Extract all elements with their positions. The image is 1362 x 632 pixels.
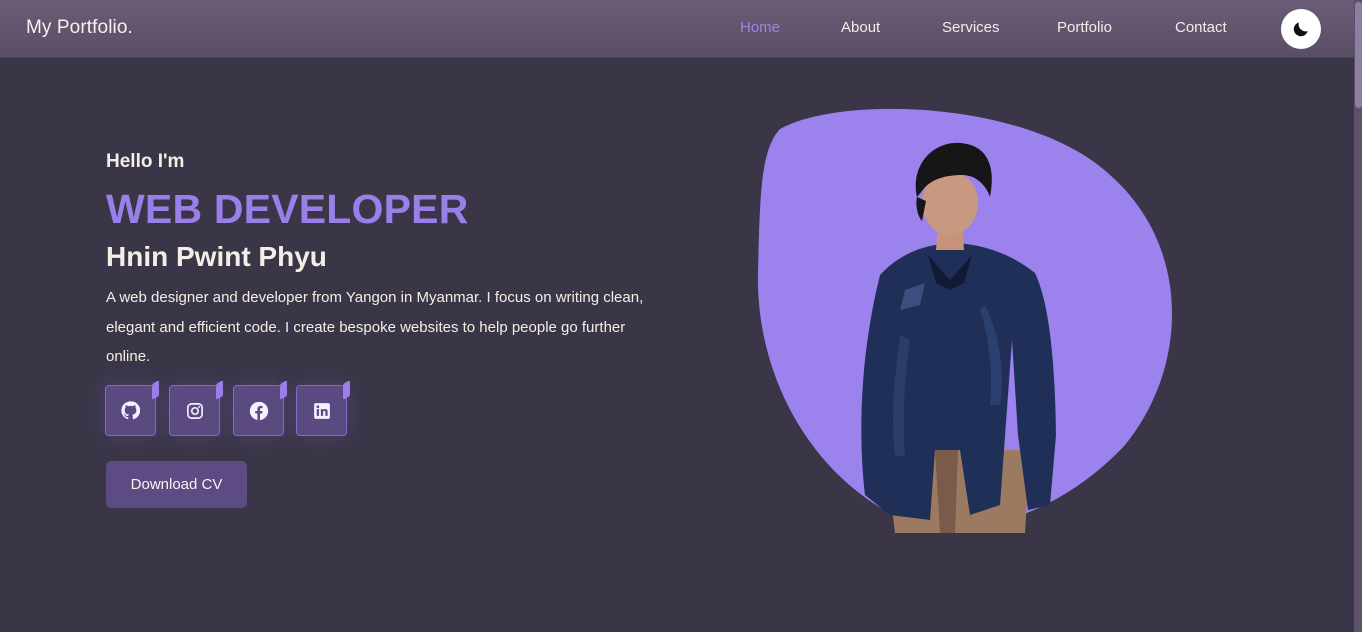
hero-bio: A web designer and developer from Yangon…: [106, 289, 644, 365]
theme-toggle-button[interactable]: [1281, 9, 1321, 49]
nav-link-contact[interactable]: Contact: [1175, 19, 1227, 36]
hero-greeting: Hello I'm: [106, 151, 185, 172]
nav-link-services[interactable]: Services: [942, 19, 1000, 36]
github-icon: [121, 401, 140, 420]
hero-role-title: WEB DEVELOPER: [106, 186, 469, 232]
linkedin-icon: [313, 402, 330, 419]
site-logo[interactable]: My Portfolio.: [26, 17, 133, 39]
scrollbar-thumb[interactable]: [1355, 2, 1362, 108]
nav-link-home[interactable]: Home: [740, 19, 780, 36]
hero-name: Hnin Pwint Phyu: [106, 241, 327, 272]
facebook-icon: [249, 401, 268, 420]
nav-link-about[interactable]: About: [841, 19, 880, 36]
facebook-link[interactable]: [233, 385, 284, 436]
download-cv-button[interactable]: Download CV: [106, 461, 247, 508]
moon-icon: [1293, 22, 1308, 37]
page-scrollbar[interactable]: [1354, 0, 1362, 632]
nav-link-portfolio[interactable]: Portfolio: [1057, 19, 1112, 36]
hero-portrait: [757, 108, 1173, 533]
instagram-icon: [186, 402, 203, 419]
site-header: My Portfolio. Home About Services Portfo…: [0, 0, 1354, 58]
instagram-link[interactable]: [169, 385, 220, 436]
social-links: [105, 385, 365, 436]
github-link[interactable]: [105, 385, 156, 436]
linkedin-link[interactable]: [296, 385, 347, 436]
